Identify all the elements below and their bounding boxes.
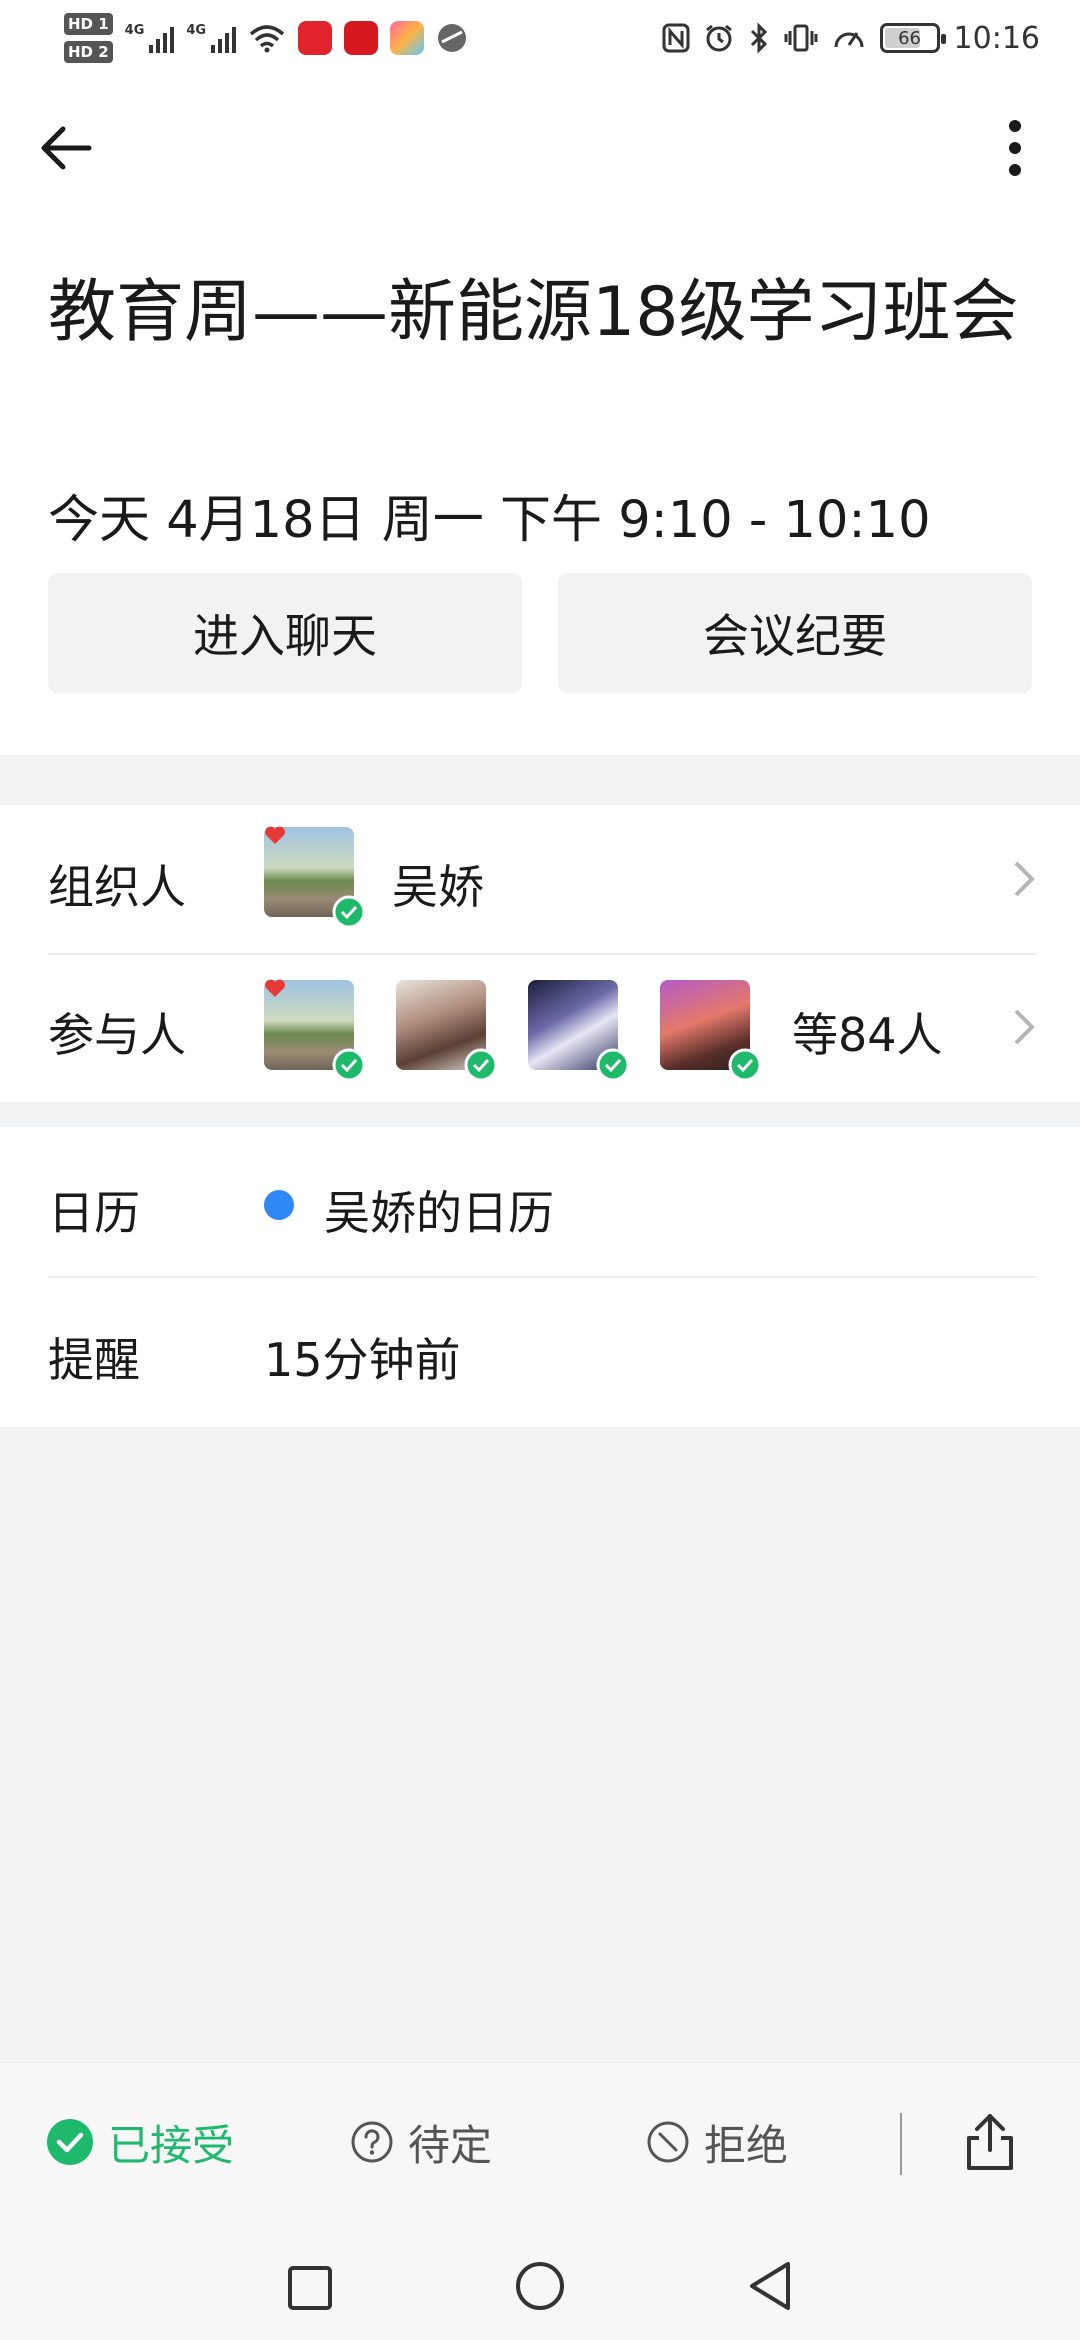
chevron-right-icon (1014, 861, 1035, 897)
signal-label-2: 4G (186, 23, 207, 38)
meeting-minutes-button[interactable]: 会议纪要 (558, 573, 1032, 693)
participant-avatar-3 (528, 980, 630, 1082)
decline-button[interactable]: 拒绝 (646, 2109, 788, 2175)
participants-row[interactable]: 参与人 等84人 (0, 955, 1080, 1102)
reminder-value: 15分钟前 (264, 1333, 461, 1387)
participants-count: 等84人 (792, 1008, 943, 1062)
organizer-label: 组织人 (48, 860, 186, 914)
check-badge-icon (596, 1048, 630, 1082)
accept-button[interactable]: 已接受 (46, 2109, 234, 2175)
divider-vertical (900, 2113, 902, 2175)
people-section: 组织人 吴娇 参与人 等84人 (0, 805, 1080, 1102)
share-button[interactable] (955, 2107, 1025, 2177)
check-badge-icon (464, 1048, 498, 1082)
organizer-name: 吴娇 (392, 860, 484, 914)
speed-icon (834, 32, 864, 48)
heart-icon (265, 826, 285, 844)
reminder-label: 提醒 (48, 1333, 140, 1387)
status-bar-right: 66 10:16 (662, 14, 1040, 62)
action-buttons: 进入聊天 会议纪要 (48, 573, 1032, 693)
app-notification-icon-1 (298, 21, 333, 55)
enter-chat-button[interactable]: 进入聊天 (48, 573, 522, 693)
heart-icon (265, 979, 285, 997)
bluetooth-icon (750, 22, 767, 54)
status-bar: HD 1 HD 2 4G 4G 66 10:16 (0, 0, 1080, 75)
signal-icon-2: 4G (186, 23, 237, 53)
signal-icon-1: 4G (125, 23, 175, 53)
network-badges: HD 1 HD 2 (64, 13, 113, 63)
status-bar-left: HD 1 HD 2 4G 4G (64, 6, 468, 70)
hd-badge-2: HD 2 (64, 41, 113, 63)
participants-label: 参与人 (48, 1008, 186, 1062)
browser-icon (438, 24, 467, 52)
back-button[interactable] (30, 113, 100, 183)
decline-label: 拒绝 (704, 2120, 789, 2170)
square-icon (288, 2266, 332, 2310)
check-badge-icon (332, 1048, 366, 1082)
check-circle-icon (47, 2119, 93, 2165)
accept-label: 已接受 (108, 2120, 235, 2170)
alarm-icon (705, 24, 732, 52)
circle-icon (516, 2262, 564, 2310)
recents-button[interactable] (282, 2260, 338, 2316)
arrow-left-icon (41, 126, 92, 170)
back-nav-button[interactable] (742, 2258, 798, 2314)
battery-level: 66 (898, 27, 921, 49)
event-title: 教育周——新能源18级学习班会 (48, 273, 1019, 352)
wifi-icon (249, 25, 285, 53)
system-nav-bar (0, 2218, 1080, 2340)
avatar (264, 826, 366, 929)
calendar-label: 日历 (48, 1186, 140, 1240)
more-button[interactable] (980, 113, 1050, 183)
calendar-color-dot (264, 1190, 294, 1220)
event-datetime: 今天 4月18日 周一 下午 9:10 - 10:10 (48, 491, 931, 550)
more-vertical-icon (1009, 120, 1021, 176)
reminder-row[interactable]: 提醒 15分钟前 (0, 1278, 1080, 1427)
decline-circle-icon (647, 2121, 689, 2163)
check-badge-icon (332, 895, 366, 929)
hd-badge-1: HD 1 (64, 13, 113, 35)
clock: 10:16 (953, 20, 1040, 56)
details-section: 日历 吴娇的日历 提醒 15分钟前 (0, 1127, 1080, 1427)
battery-icon: 66 (879, 23, 946, 53)
chevron-right-icon (1014, 1009, 1035, 1045)
calendar-row[interactable]: 日历 吴娇的日历 (0, 1127, 1080, 1276)
signal-label-1: 4G (124, 23, 145, 38)
participant-avatar-2 (396, 980, 498, 1082)
share-icon (967, 2114, 1013, 2170)
check-badge-icon (728, 1048, 762, 1082)
question-circle-icon (351, 2121, 393, 2163)
participant-avatar-4 (660, 980, 762, 1082)
pending-button[interactable]: 待定 (350, 2109, 492, 2175)
vibrate-icon (784, 24, 818, 52)
organizer-row[interactable]: 组织人 吴娇 (0, 805, 1080, 953)
app-notification-icon-3 (390, 21, 425, 55)
nfc-icon (662, 23, 690, 53)
pending-label: 待定 (408, 2120, 493, 2170)
app-notification-icon-2 (344, 21, 379, 55)
rsvp-bar: 已接受 待定 拒绝 (0, 2062, 1080, 2218)
home-button[interactable] (512, 2258, 568, 2314)
calendar-value: 吴娇的日历 (324, 1186, 554, 1240)
participant-avatar-1 (264, 979, 366, 1082)
triangle-back-icon (750, 2262, 790, 2310)
